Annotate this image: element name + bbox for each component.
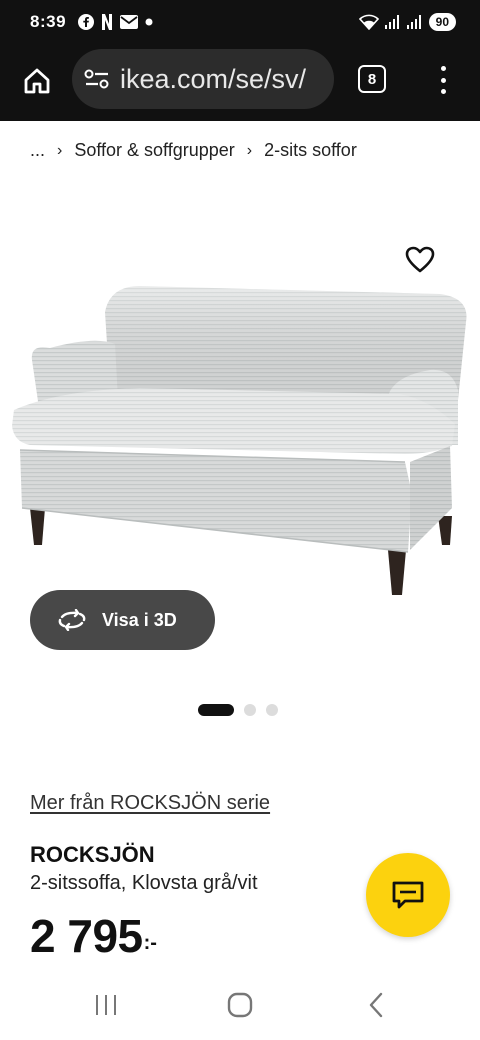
- back-icon[interactable]: [356, 990, 396, 1020]
- signal-icon-1: [384, 15, 399, 29]
- url-text: ikea.com/se/sv/: [120, 63, 307, 94]
- dot-icon: [145, 18, 153, 26]
- favorite-heart-icon[interactable]: [404, 245, 436, 275]
- view-3d-button[interactable]: Visa i 3D: [30, 590, 215, 650]
- battery-indicator: 90: [428, 13, 456, 31]
- status-bar: 8:39 90: [0, 0, 480, 44]
- chat-icon: [392, 881, 424, 909]
- wifi-icon: [358, 14, 379, 30]
- product-price: 2 795 :-: [30, 910, 157, 962]
- gallery-dot-2[interactable]: [244, 704, 256, 716]
- breadcrumb: ... › Soffor & soffgrupper › 2-sits soff…: [30, 140, 357, 161]
- chevron-right-icon: ›: [246, 141, 253, 159]
- home-button[interactable]: [18, 62, 56, 100]
- gallery-pagination: [198, 704, 278, 716]
- tab-switcher-button[interactable]: 8: [358, 65, 386, 93]
- sofa-image: [12, 286, 467, 595]
- system-nav-bar: [0, 970, 480, 1040]
- price-amount: 2 795: [30, 910, 143, 962]
- series-link[interactable]: Mer från ROCKSJÖN serie: [30, 792, 270, 815]
- notification-icons: [78, 14, 153, 30]
- netflix-icon: [102, 14, 113, 30]
- facebook-icon: [78, 14, 95, 30]
- chat-button[interactable]: [366, 853, 450, 937]
- breadcrumb-item-2-sits[interactable]: 2-sits soffor: [264, 140, 357, 161]
- status-right: 90: [358, 13, 456, 31]
- breadcrumb-item-soffor[interactable]: Soffor & soffgrupper: [74, 140, 234, 161]
- breadcrumb-ellipsis[interactable]: ...: [30, 140, 45, 161]
- status-time: 8:39: [30, 12, 67, 31]
- product-image[interactable]: [0, 240, 480, 610]
- more-menu-icon[interactable]: [432, 62, 454, 98]
- gallery-dot-1[interactable]: [198, 704, 234, 716]
- gallery-dot-3[interactable]: [266, 704, 278, 716]
- rotate-3d-icon: [56, 608, 88, 632]
- signal-icon-2: [406, 15, 421, 29]
- view-3d-label: Visa i 3D: [102, 609, 177, 630]
- recent-apps-icon[interactable]: [86, 990, 126, 1020]
- site-settings-icon[interactable]: [84, 66, 110, 92]
- browser-toolbar: ikea.com/se/sv/ 8: [0, 44, 480, 121]
- address-bar[interactable]: ikea.com/se/sv/: [72, 49, 334, 109]
- mail-icon: [120, 15, 139, 29]
- price-suffix: :-: [143, 932, 157, 954]
- home-nav-icon[interactable]: [220, 990, 260, 1020]
- product-description: 2-sitssoffa, Klovsta grå/vit: [30, 872, 258, 894]
- home-icon: [24, 68, 50, 94]
- chevron-right-icon: ›: [57, 141, 63, 159]
- product-name: ROCKSJÖN: [30, 842, 155, 867]
